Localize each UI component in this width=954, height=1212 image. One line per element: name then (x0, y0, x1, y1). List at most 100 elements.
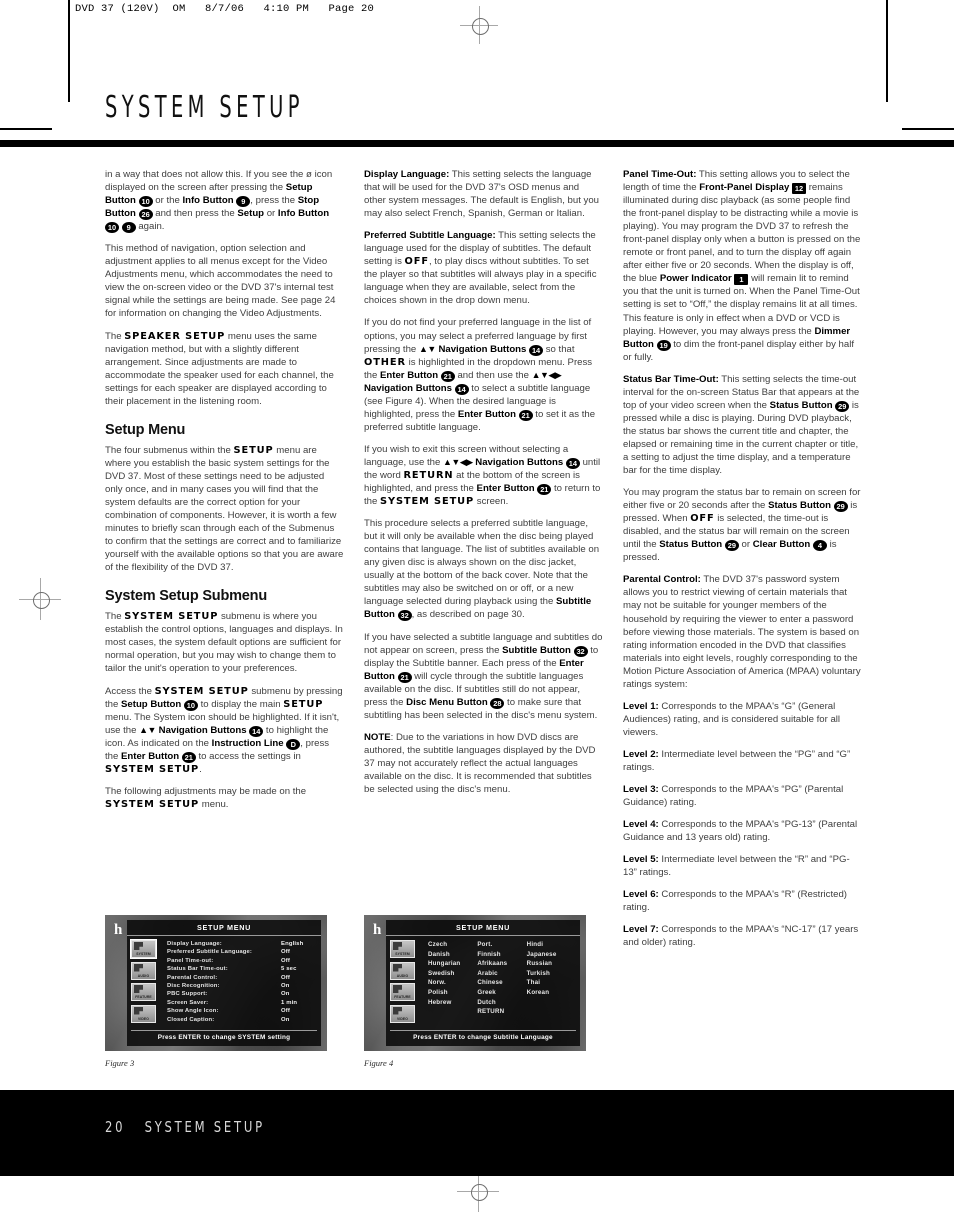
osd-icon-label: AUDIO (137, 973, 150, 978)
osd-name-system-setup-2: SYSTEM SETUP (154, 685, 249, 697)
osd-language-item[interactable]: Afrikaans (477, 959, 526, 969)
osd-setting-row[interactable]: Parental Control: Off (167, 974, 315, 982)
osd-language-item[interactable]: Dutch (477, 998, 526, 1008)
osd-panel: SETUP MENU SYSTEM AUDIO FEATURE VIDEO Di… (127, 920, 321, 1046)
callout-badge-14: 14 (249, 725, 264, 737)
osd-return-item[interactable]: RETURN (477, 1007, 526, 1017)
osd-setting-label: Display Language: (167, 941, 222, 947)
osd-language-item[interactable]: Hungarian (428, 959, 477, 969)
osd-icon-feature[interactable]: FEATURE (390, 983, 415, 1001)
instruction-line-ref: Instruction Line (211, 737, 284, 749)
paragraph-note: NOTE: Due to the variations in how DVD d… (364, 731, 603, 796)
text-run: to access the settings in (195, 750, 301, 762)
osd-language-item[interactable]: Greek (477, 988, 526, 998)
osd-language-item[interactable]: Thai (527, 978, 576, 988)
osd-setting-label: Show Angle Icon: (167, 1008, 219, 1015)
osd-setting-label: PBC Support: (167, 991, 208, 998)
callout-badge-4: 4 (812, 540, 827, 552)
osd-language-column-1: Czech Danish Hungarian Swedish Norw. Pol… (428, 940, 477, 1028)
osd-icon-video[interactable]: VIDEO (390, 1004, 415, 1023)
text-run: and then use the (454, 369, 532, 381)
status-button-ref-3: Status Button (659, 539, 723, 551)
rating-level-label: Level 5: (623, 854, 659, 866)
osd-setting-row[interactable]: Status Bar Time-out: 5 sec (167, 965, 315, 973)
osd-language-item[interactable]: Japanese (527, 950, 576, 960)
osd-setting-row[interactable]: Closed Caption: On (167, 1016, 315, 1024)
text-run: or (738, 539, 753, 551)
osd-setting-row[interactable]: Panel Time-out: Off (167, 957, 315, 965)
osd-name-setup-2: SETUP (283, 698, 324, 710)
osd-language-item[interactable]: Chinese (477, 978, 526, 988)
paragraph-system-setup-intro: The SYSTEM SETUP submenu is where you es… (105, 610, 344, 675)
osd-language-item[interactable]: Hindi (527, 940, 576, 950)
text-run: or (264, 208, 278, 220)
osd-setting-row[interactable]: Disc Recognition: On (167, 982, 315, 990)
osd-language-item[interactable]: Korean (527, 988, 576, 998)
text-run: The DVD 37's password system allows you … (623, 574, 861, 690)
rating-level-label: Level 6: (623, 889, 659, 901)
paragraph-other-language: If you do not find your preferred langua… (364, 316, 603, 433)
osd-language-item[interactable]: Arabic (477, 969, 526, 979)
osd-setting-value: Off (281, 949, 290, 956)
callout-badge-10c: 10 (183, 699, 198, 711)
osd-language-item[interactable]: Norw. (428, 978, 477, 988)
paragraph-navigation-method: This method of navigation, option select… (105, 243, 336, 320)
osd-icon-label: FEATURE (394, 995, 411, 999)
osd-setting-row[interactable]: PBC Support: On (167, 990, 315, 998)
callout-badge-26: 26 (138, 209, 153, 221)
text-run: so that (543, 343, 575, 355)
osd-setting-row[interactable]: Show Angle Icon: Off (167, 1007, 315, 1015)
paragraph-following-adjustments: The following adjustments may be made on… (105, 785, 344, 811)
rating-level-item: Level 7: Corresponds to the MPAA's “NC-1… (623, 923, 862, 949)
osd-language-item[interactable]: Russian (527, 959, 576, 969)
setup-ref: Setup (237, 208, 265, 220)
enter-button-ref: Enter Button (121, 750, 180, 762)
osd-language-item[interactable]: Hebrew (428, 998, 477, 1008)
rating-level-label: Level 7: (623, 924, 659, 936)
subtitle-button-ref-2: Subtitle Button (502, 644, 571, 656)
osd-icon-audio[interactable]: AUDIO (390, 961, 415, 980)
osd-icon-audio[interactable]: AUDIO (131, 961, 156, 980)
subheading-parental-control: Parental Control: (623, 574, 701, 586)
osd-panel: SETUP MENU SYSTEM AUDIO FEATURE VIDEO Cz… (386, 920, 580, 1046)
osd-settings-list: Display Language: English Preferred Subti… (163, 940, 321, 1028)
text-run: Access the (105, 685, 155, 697)
footer-page-number: 20 (105, 1118, 126, 1136)
osd-setting-row[interactable]: Preferred Subtitle Language: Off (167, 948, 315, 956)
callout-badge-21: 21 (397, 671, 412, 683)
osd-setting-label: Parental Control: (167, 974, 218, 981)
osd-icon-label: AUDIO (396, 973, 409, 978)
osd-language-item[interactable]: Polish (428, 988, 477, 998)
osd-setting-row[interactable]: Screen Saver: 1 min (167, 999, 315, 1007)
callout-badge-9b: 9 (121, 222, 136, 234)
osd-icon-feature[interactable]: FEATURE (131, 983, 156, 1001)
callout-badge-D: D (286, 738, 301, 750)
text-run: : Due to the variations in how DVD discs… (364, 731, 596, 796)
text-column-1: in a way that does not allow this. If yo… (105, 168, 344, 811)
osd-language-item[interactable]: Czech (428, 940, 477, 950)
rating-level-text: Corresponds to the MPAA's “NC-17” (17 ye… (623, 924, 859, 949)
heading-system-setup-submenu: System Setup Submenu (105, 588, 267, 605)
callout-badge-19: 19 (656, 339, 671, 351)
osd-icon-column: SYSTEM AUDIO FEATURE VIDEO (127, 939, 163, 1028)
osd-language-item[interactable]: Turkish (527, 969, 576, 979)
osd-setting-row[interactable]: Display Language: English (167, 940, 315, 948)
nav-arrows-up-down-icon: ▲▼ (418, 343, 436, 354)
osd-language-item[interactable]: Finnish (477, 950, 526, 960)
heading-setup-menu: Setup Menu (105, 421, 186, 438)
osd-language-item[interactable]: Swedish (428, 969, 477, 979)
osd-setting-value: On (281, 983, 290, 990)
osd-screenshot-setup-menu: h SETUP MENU SYSTEM AUDIO FEATURE VIDEO … (105, 915, 327, 1051)
text-run: menu. (199, 798, 229, 810)
paragraph-preferred-subtitle-language: Preferred Subtitle Language: This settin… (364, 229, 603, 307)
text-run: , as described on page 30. (411, 609, 525, 621)
osd-language-item[interactable]: Danish (428, 950, 477, 960)
osd-icon-system[interactable]: SYSTEM (130, 939, 157, 959)
osd-language-item[interactable]: Port. (477, 940, 526, 950)
osd-icon-video[interactable]: VIDEO (131, 1004, 156, 1023)
osd-icon-system[interactable]: SYSTEM (390, 940, 415, 958)
navigation-buttons-ref: Navigation Buttons (438, 343, 527, 355)
osd-setting-value: Off (281, 957, 290, 964)
subheading-status-bar-time-out: Status Bar Time-Out: (623, 373, 719, 385)
text-run: . (199, 763, 202, 775)
